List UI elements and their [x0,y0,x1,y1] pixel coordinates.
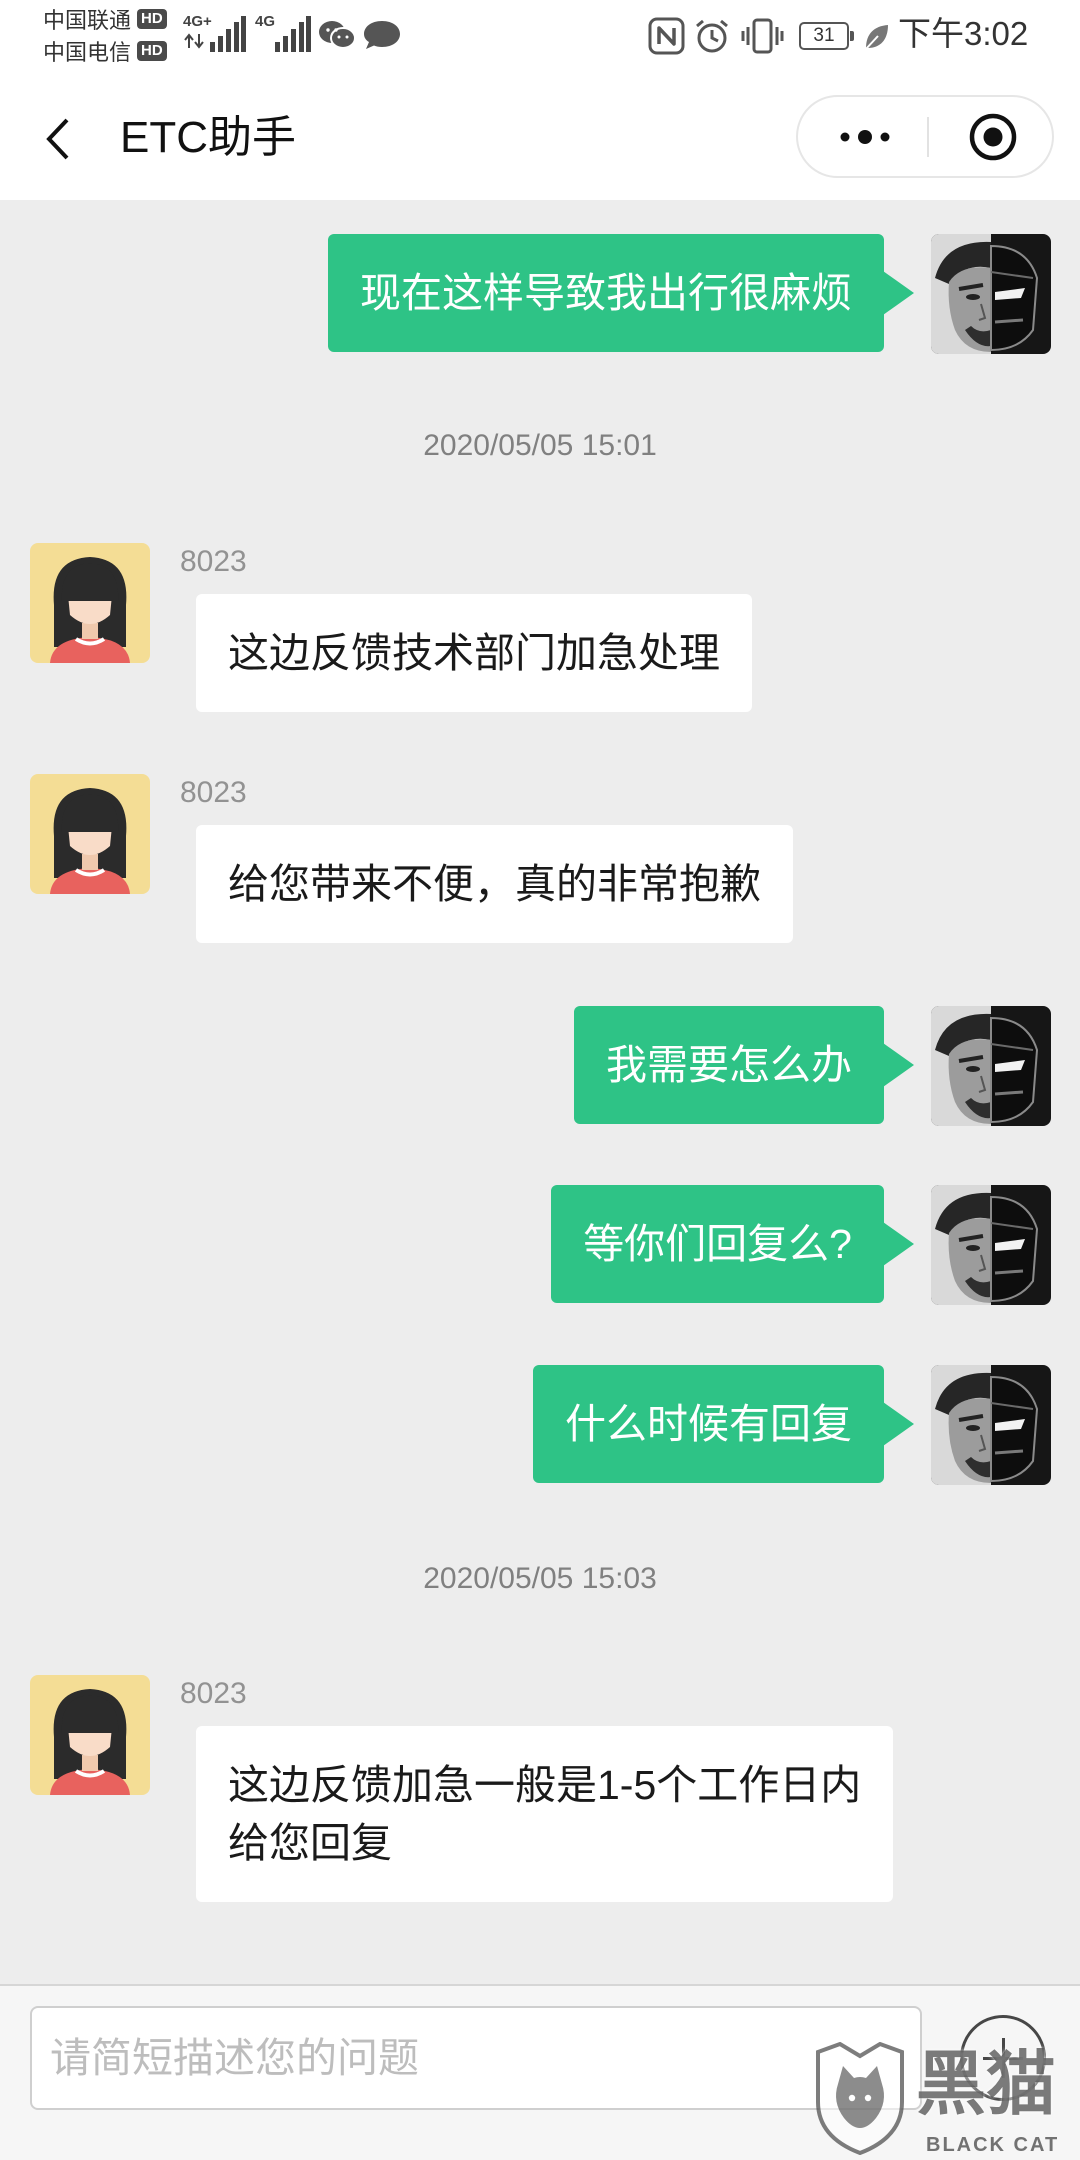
message-bubble[interactable]: 现在这样导致我出行很麻烦 [328,234,914,352]
message-text: 给您带来不便，真的非常抱歉 [228,861,761,907]
message-bubble[interactable]: 给您带来不便，真的非常抱歉 [196,825,793,943]
alarm-icon [696,19,728,53]
plus-circle-icon[interactable] [960,2015,1046,2101]
battery-nub [850,31,854,41]
more-button[interactable] [820,107,910,167]
agent-avatar-image [30,1675,150,1795]
carrier-name: 中国电信 [43,40,132,65]
agent-avatar[interactable] [30,774,150,894]
more-dots-icon [840,130,890,144]
user-avatar[interactable] [931,1185,1051,1305]
title-bar: ETC助手 [0,69,1080,200]
sender-name: 8023 [180,1677,247,1710]
message-bubble[interactable]: 这边反馈技术部门加急处理 [196,594,752,712]
network-type: 4G [255,13,276,30]
network-signal-1: 4G+ [183,14,247,54]
page-title: ETC助手 [120,113,296,162]
chevron-left-icon [46,118,69,160]
timestamp: 2020/05/05 15:03 [423,1562,657,1595]
back-button[interactable] [36,111,80,167]
capsule-divider [927,117,929,157]
message-bubble[interactable]: 什么时候有回复 [533,1365,914,1483]
message-icon [364,21,400,49]
user-avatar-image [931,234,1051,354]
timestamp: 2020/05/05 15:01 [423,429,657,462]
battery-icon: 31 [799,22,849,50]
hd-badge: HD [137,41,167,61]
status-bar: 中国联通 HD 中国电信 HD 4G+ 4G 31 下午3:02 [0,0,1080,69]
signal-bars-icon [210,16,246,52]
wechat-icon [319,21,356,49]
target-circle-icon [969,113,1017,161]
message-bubble[interactable]: 这边反馈加急一般是1-5个工作日内 给您回复 [196,1726,894,1902]
message-row-incoming: 8023 这边反馈加急一般是1-5个工作日内 给您回复 [0,1675,1080,1915]
user-avatar[interactable] [931,1365,1051,1485]
message-row-incoming: 8023 这边反馈技术部门加急处理 [0,543,1080,783]
agent-avatar[interactable] [30,543,150,663]
agent-avatar-image [30,543,150,663]
agent-avatar-image [30,774,150,894]
data-arrows-icon [184,33,204,49]
network-type: 4G+ [183,13,212,30]
message-bubble[interactable]: 等你们回复么? [551,1185,914,1303]
message-row-incoming: 8023 给您带来不便，真的非常抱歉 [0,774,1080,1014]
clock: 下午3:02 [898,15,1029,52]
carrier-name: 中国联通 [43,8,132,33]
miniprogram-capsule [796,95,1054,178]
leaf-icon [864,25,888,51]
signal-bars-icon [275,16,311,52]
nfc-icon [648,17,685,55]
hd-badge: HD [137,9,167,29]
message-text-line: 给您回复 [228,1820,392,1866]
carrier-2: 中国电信 HD [43,37,167,65]
message-text: 这边反馈技术部门加急处理 [228,630,720,676]
close-miniprogram-button[interactable] [948,107,1038,167]
user-avatar-image [931,1365,1051,1485]
input-bar [0,1984,1080,2160]
message-text-line: 这边反馈加急一般是1-5个工作日内 [228,1762,862,1808]
sender-name: 8023 [180,776,247,809]
message-text: 我需要怎么办 [606,1042,852,1088]
carrier-1: 中国联通 HD [43,5,167,33]
user-avatar[interactable] [931,1006,1051,1126]
user-avatar-image [931,1185,1051,1305]
message-text: 什么时候有回复 [565,1401,852,1447]
message-bubble[interactable]: 我需要怎么办 [574,1006,914,1124]
message-input[interactable] [30,2006,922,2110]
user-avatar[interactable] [931,234,1051,354]
user-avatar-image [931,1006,1051,1126]
agent-avatar[interactable] [30,1675,150,1795]
chat-area[interactable]: 现在这样导致我出行很麻烦 2020/05/05 15:01 8023 这边反馈技… [0,200,1080,1984]
message-text: 等你们回复么? [583,1221,852,1267]
battery-level: 31 [813,25,835,46]
message-text: 现在这样导致我出行很麻烦 [360,270,852,316]
network-signal-2: 4G [255,14,313,54]
vibrate-icon [741,18,784,54]
sender-name: 8023 [180,545,247,578]
